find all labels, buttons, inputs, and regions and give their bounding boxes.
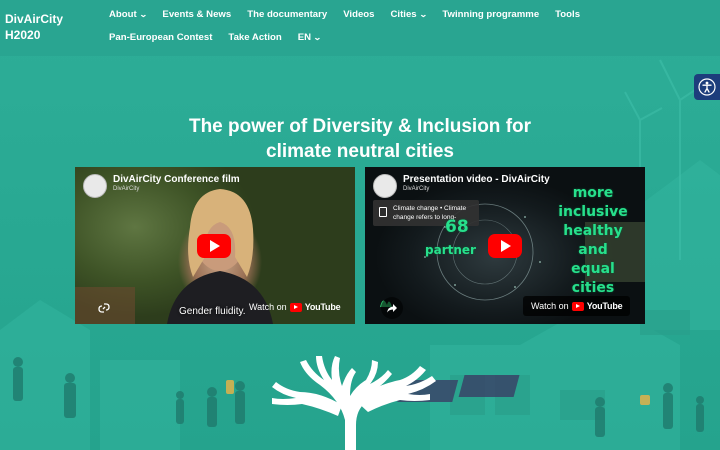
overlay-word: and [578,242,608,258]
logo-line1: DivAirCity [5,12,64,26]
overlay-word: inclusive [558,204,628,220]
nav-item-contest[interactable]: Pan-European Contest [101,29,220,46]
main-navigation: About ⌄ Events & News The documentary Vid… [101,6,701,46]
accessibility-button[interactable] [694,74,720,100]
video-title[interactable]: DivAirCity Conference film [113,174,240,185]
channel-avatar[interactable] [83,174,107,198]
nav-item-label: Pan-European Contest [109,32,213,43]
nav-item-label: Events & News [162,9,232,20]
youtube-icon [289,302,302,312]
language-label: EN [297,32,312,43]
video-embed-presentation[interactable]: Presentation video - DivAirCity DivAirCi… [365,167,645,324]
link-icon[interactable] [93,297,115,319]
overlay-word: equal [571,261,615,277]
video-embed-conference-film[interactable]: DivAirCity Conference film DivAirCity Ge… [75,167,355,324]
youtube-brand: YouTube [586,301,623,311]
overlay-partner: partner [425,243,476,257]
nav-item-label: Take Action [228,32,282,43]
nav-item-label: Cities [390,9,417,20]
nav-item-videos[interactable]: Videos [335,6,382,23]
nav-item-tools[interactable]: Tools [547,6,588,23]
share-glyph [387,304,397,313]
youtube-brand: YouTube [304,302,341,312]
hero-title: The power of Diversity & Inclusion for c… [110,114,610,164]
document-icon [379,207,387,217]
nav-item-events-news[interactable]: Events & News [154,6,239,23]
nav-item-documentary[interactable]: The documentary [239,6,335,23]
site-logo[interactable]: DivAirCity H2020 [5,11,85,43]
overlay-words: more inclusive healthy and equal cities [543,184,643,298]
play-icon[interactable] [197,234,231,258]
nav-item-label: About [109,9,137,20]
nav-item-take-action[interactable]: Take Action [220,29,289,46]
nav-item-label: Videos [343,9,375,20]
share-icon[interactable] [381,297,403,319]
watch-on-label: Watch on [249,302,287,312]
link-glyph [98,303,110,313]
youtube-icon [571,301,584,311]
watch-on-youtube[interactable]: Watch on YouTube [523,296,631,316]
language-selector[interactable]: EN ⌄ [290,29,329,46]
hero-title-line1: The power of Diversity & Inclusion for [188,116,532,137]
accessibility-icon [698,78,716,96]
nav-item-label: The documentary [247,9,328,20]
nav-item-label: Twinning programme [442,9,540,20]
watch-on-label: Watch on [531,301,569,311]
chevron-down-icon: ⌄ [138,10,148,19]
chevron-down-icon: ⌄ [313,33,322,42]
video-caption: Gender fluidity. [179,306,246,317]
overlay-word: more [572,185,614,201]
overlay-number: 68 [445,217,469,237]
nav-item-cities[interactable]: Cities ⌄ [382,6,434,23]
nav-item-twinning[interactable]: Twinning programme [434,6,547,23]
nav-item-label: Tools [555,9,581,20]
channel-avatar[interactable] [373,174,397,198]
chevron-down-icon: ⌄ [418,10,428,19]
play-icon[interactable] [488,234,522,258]
video-channel[interactable]: DivAirCity [113,186,139,192]
watch-on-youtube[interactable]: Watch on YouTube [241,297,348,317]
hero-title-line2: climate neutral cities [266,141,454,162]
nav-item-about[interactable]: About ⌄ [101,6,154,23]
logo-line2: H2020 [5,28,41,42]
overlay-word: healthy [563,223,623,239]
video-channel[interactable]: DivAirCity [403,186,429,192]
site-header: DivAirCity H2020 About ⌄ Events & News Th… [0,0,720,56]
video-title[interactable]: Presentation video - DivAirCity [403,174,550,185]
